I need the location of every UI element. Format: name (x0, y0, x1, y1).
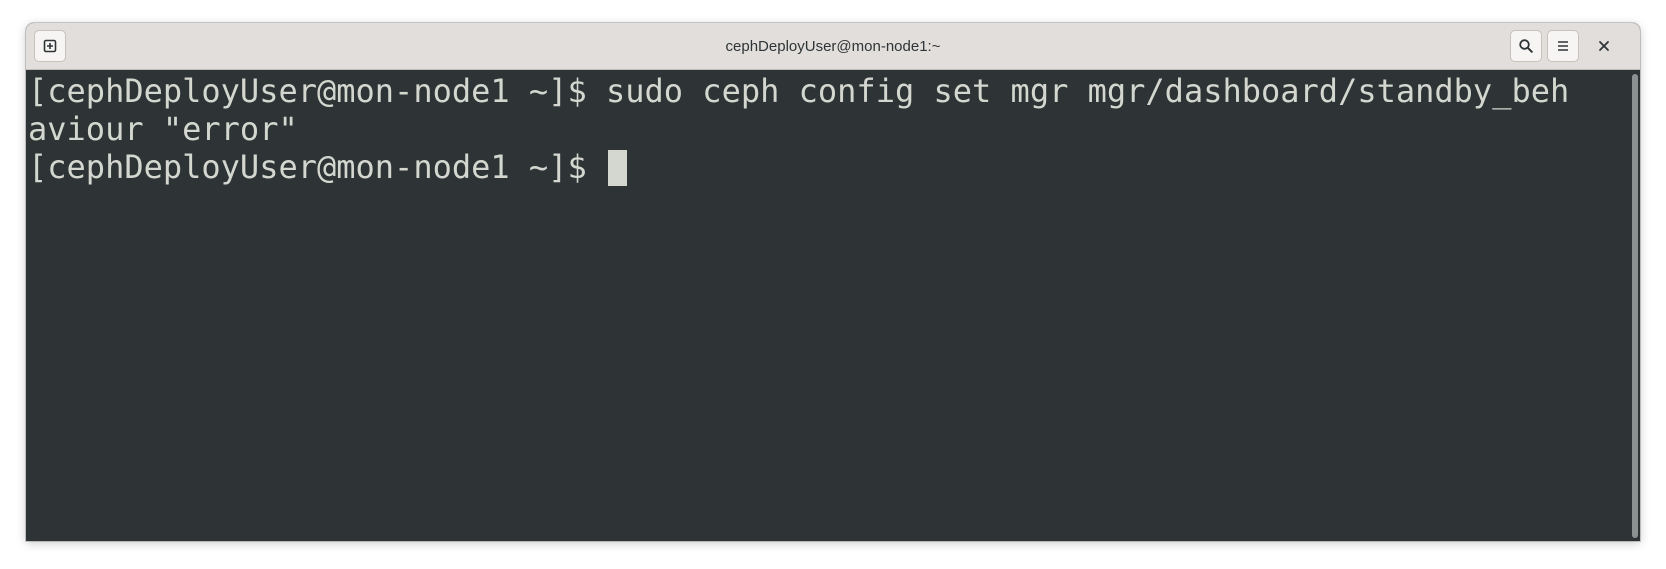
prompt-text: [cephDeployUser@mon-node1 ~]$ (28, 148, 606, 186)
terminal-window: cephDeployUser@mon-node1:~ [cephDeployUs… (26, 23, 1640, 541)
menu-button[interactable] (1547, 30, 1579, 62)
scrollbar[interactable] (1632, 74, 1638, 538)
search-icon (1519, 39, 1533, 53)
close-button[interactable] (1588, 30, 1620, 62)
terminal-prompt-line: [cephDeployUser@mon-node1 ~]$ (28, 148, 1628, 186)
new-tab-icon (43, 39, 57, 53)
new-tab-button[interactable] (34, 30, 66, 62)
window-title: cephDeployUser@mon-node1:~ (725, 38, 941, 55)
titlebar: cephDeployUser@mon-node1:~ (26, 23, 1640, 70)
search-button[interactable] (1510, 30, 1542, 62)
close-icon (1599, 41, 1609, 51)
terminal-line: aviour "error" (28, 110, 298, 148)
text-cursor (607, 150, 627, 186)
terminal-line: [cephDeployUser@mon-node1 ~]$ sudo ceph … (28, 72, 1570, 110)
terminal-output[interactable]: [cephDeployUser@mon-node1 ~]$ sudo ceph … (26, 70, 1640, 541)
hamburger-menu-icon (1558, 41, 1568, 51)
